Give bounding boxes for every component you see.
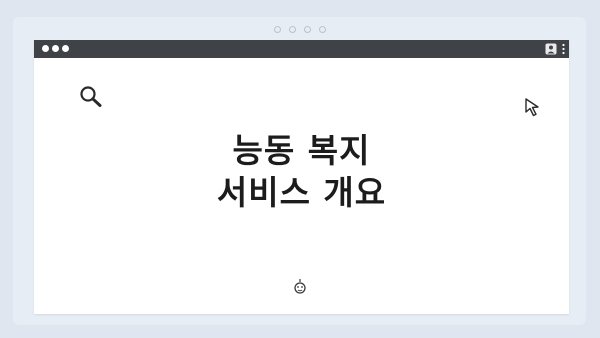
user-icon[interactable]	[545, 43, 557, 55]
browser-window: 능동 복지 서비스 개요	[34, 40, 569, 314]
minimize-dot[interactable]	[52, 45, 59, 52]
page-title: 능동 복지 서비스 개요	[34, 130, 569, 214]
face-icon	[294, 279, 306, 294]
window-titlebar	[34, 40, 569, 58]
title-line-2: 서비스 개요	[216, 173, 387, 212]
top-dot	[318, 26, 326, 33]
cursor-icon	[525, 98, 539, 117]
menu-icon[interactable]	[562, 43, 565, 55]
top-dot	[303, 26, 311, 33]
maximize-dot[interactable]	[62, 45, 69, 52]
top-dot	[273, 26, 281, 33]
top-dots	[13, 26, 586, 33]
close-dot[interactable]	[42, 45, 49, 52]
search-icon[interactable]	[79, 85, 105, 109]
title-line-1: 능동 복지	[232, 131, 371, 170]
top-dot	[288, 26, 296, 33]
